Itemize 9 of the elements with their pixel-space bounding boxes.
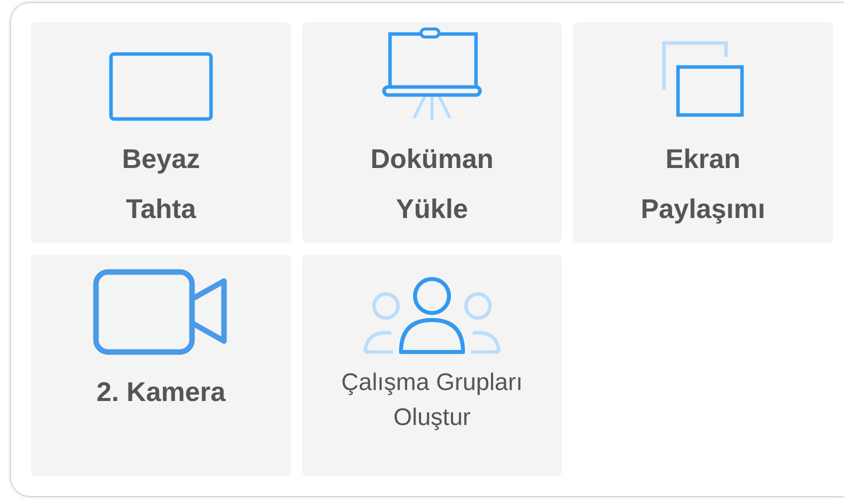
- feature-tile[interactable]: Çalışma Grupları Oluştur: [302, 255, 562, 476]
- whiteboard-icon: [109, 52, 213, 122]
- feature-tile[interactable]: Beyaz Tahta: [31, 22, 291, 243]
- presentation-board-icon: [382, 26, 482, 122]
- video-camera-icon: [93, 269, 229, 355]
- feature-tile[interactable]: Doküman Yükle: [302, 22, 562, 243]
- feature-tile[interactable]: Ekran Paylaşımı: [573, 22, 833, 243]
- people-group-icon: [363, 275, 501, 355]
- feature-tile[interactable]: 2. Kamera: [31, 255, 291, 476]
